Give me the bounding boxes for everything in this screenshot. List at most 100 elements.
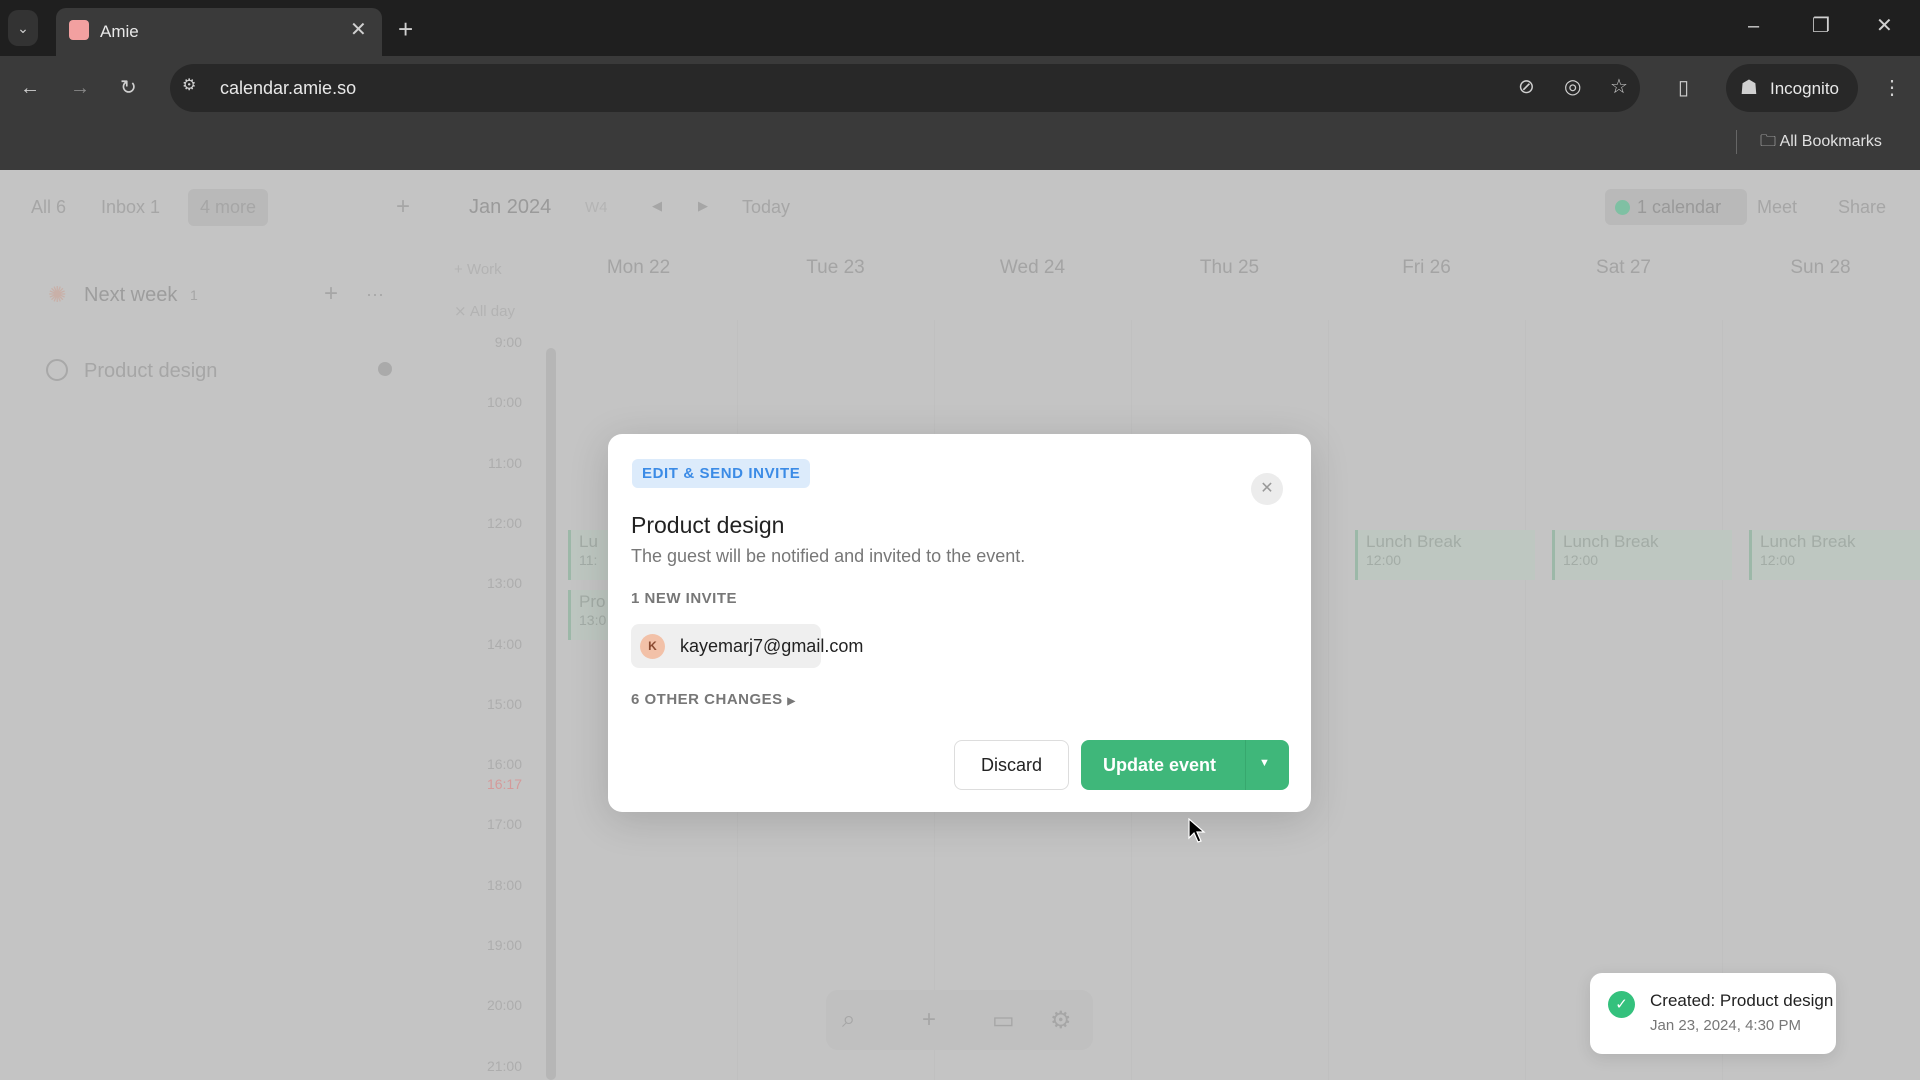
- add-task-icon[interactable]: +: [324, 280, 338, 308]
- month-label: Jan 2024: [469, 196, 552, 218]
- allday-label: All day: [469, 303, 515, 320]
- filter-inbox[interactable]: Inbox 1: [101, 197, 160, 218]
- event-lunch-sun[interactable]: Lunch Break 12:00: [1749, 530, 1920, 580]
- toast-subtitle: Jan 23, 2024, 4:30 PM: [1650, 1017, 1801, 1034]
- other-changes-toggle[interactable]: 6 OTHER CHANGES ▶: [631, 691, 796, 708]
- scrollbar[interactable]: [546, 348, 556, 1080]
- url-text: calendar.amie.so: [220, 78, 357, 98]
- divider: [1736, 130, 1737, 154]
- time-label: 13:00: [486, 575, 522, 592]
- day-header[interactable]: Thu 25: [1131, 257, 1328, 279]
- chevron-down-icon[interactable]: ▼: [1259, 757, 1270, 769]
- event-title: Lunch Break: [1366, 532, 1462, 551]
- all-bookmarks[interactable]: 🗀 All Bookmarks: [1760, 130, 1882, 157]
- clock-icon: [378, 362, 392, 376]
- task-checkbox[interactable]: [46, 359, 68, 381]
- browser-tab[interactable]: Amie ✕: [56, 8, 382, 56]
- tracking-off-icon[interactable]: ⊘: [1518, 77, 1535, 97]
- add-event-icon[interactable]: +: [922, 1006, 936, 1034]
- time-label: 9:00: [494, 334, 522, 350]
- time-label: 12:00: [486, 514, 522, 531]
- day-divider: [1328, 320, 1329, 1080]
- mouse-cursor-icon: [1188, 818, 1206, 843]
- bookmarks-label: All Bookmarks: [1779, 133, 1882, 150]
- event-time: 13:0: [579, 612, 607, 628]
- time-label: 15:00: [486, 695, 522, 712]
- section-title: Next week: [84, 284, 178, 306]
- day-header[interactable]: Sun 28: [1722, 257, 1919, 279]
- more-icon[interactable]: ···: [366, 284, 384, 305]
- layout-icon[interactable]: ▭: [992, 1006, 1015, 1035]
- time-label: 20:00: [486, 997, 522, 1014]
- toast-title: Created: Product design: [1650, 991, 1834, 1010]
- day-header[interactable]: Sat 27: [1525, 257, 1722, 279]
- forward-icon[interactable]: →: [70, 78, 90, 98]
- event-lunch-mon[interactable]: Lu 11:: [568, 530, 608, 580]
- prev-week-icon[interactable]: ◀: [652, 198, 662, 214]
- day-divider: [1525, 320, 1526, 1080]
- event-product-mon[interactable]: Pro 13:0: [568, 590, 608, 640]
- share-button[interactable]: Share: [1838, 197, 1886, 218]
- dialog-title: Product design: [631, 512, 785, 538]
- day-divider: [1722, 320, 1723, 1080]
- day-header[interactable]: Tue 23: [737, 257, 934, 279]
- new-tab-icon[interactable]: +: [398, 16, 413, 42]
- menu-icon[interactable]: ⋮: [1882, 78, 1902, 98]
- dialog-badge: EDIT & SEND INVITE: [632, 459, 811, 488]
- time-label: 11:00: [488, 454, 522, 471]
- tab-bar: ⌄ Amie ✕ + – ❐ ✕: [0, 0, 1920, 56]
- time-label: 21:00: [486, 1057, 522, 1074]
- event-lunch-fri[interactable]: Lunch Break 12:00: [1355, 530, 1535, 580]
- time-label: 18:00: [486, 876, 522, 893]
- calendar-color-dot: [1615, 200, 1630, 215]
- search-icon[interactable]: ⌕: [842, 1006, 855, 1034]
- event-lunch-sat[interactable]: Lunch Break 12:00: [1552, 530, 1732, 580]
- day-header[interactable]: Fri 26: [1328, 257, 1525, 279]
- reload-icon[interactable]: ↻: [120, 78, 137, 98]
- calendars-label: 1 calendar: [1637, 197, 1722, 217]
- meet-button[interactable]: Meet: [1757, 197, 1797, 218]
- time-label: 16:00: [486, 756, 522, 773]
- minimize-icon[interactable]: –: [1748, 16, 1759, 36]
- current-time: 16:17: [486, 776, 522, 792]
- eye-off-icon[interactable]: ◎: [1564, 77, 1581, 97]
- time-label: 10:00: [486, 394, 522, 411]
- day-header[interactable]: Mon 22: [540, 257, 737, 279]
- update-event-button[interactable]: Update event ▼: [1081, 740, 1289, 790]
- filter-all[interactable]: All 6: [31, 197, 66, 218]
- time-label: 17:00: [486, 816, 522, 833]
- calendars-button[interactable]: 1 calendar: [1605, 189, 1747, 225]
- update-label: Update event: [1103, 755, 1217, 775]
- back-icon[interactable]: ←: [20, 78, 40, 98]
- invitee-chip[interactable]: K kayemarj7@gmail.com: [631, 624, 863, 668]
- event-title: Lu: [579, 532, 598, 551]
- close-window-icon[interactable]: ✕: [1876, 16, 1893, 36]
- bookmark-star-icon[interactable]: ☆: [1610, 77, 1628, 97]
- address-bar[interactable]: ⚙ calendar.amie.so ⊘ ◎ ☆: [170, 64, 1640, 112]
- close-icon: ✕: [1260, 480, 1274, 497]
- event-time: 12:00: [1760, 552, 1796, 568]
- settings-icon[interactable]: ⚙: [1050, 1006, 1072, 1035]
- day-header[interactable]: Wed 24: [934, 257, 1131, 279]
- divider: [1245, 740, 1246, 790]
- side-panel-icon[interactable]: ▯: [1678, 78, 1689, 98]
- site-settings-icon[interactable]: ⚙: [182, 78, 196, 94]
- close-tab-icon[interactable]: ✕: [350, 20, 367, 40]
- incognito-icon: ☗: [1740, 77, 1758, 99]
- time-label: 14:00: [486, 635, 522, 652]
- task-label[interactable]: Product design: [84, 360, 217, 383]
- toast-notification: ✓ Created: Product design Jan 23, 2024, …: [1590, 973, 1836, 1054]
- invitee-email: kayemarj7@gmail.com: [680, 636, 864, 656]
- add-icon[interactable]: +: [396, 193, 410, 221]
- event-title: Lunch Break: [1760, 532, 1856, 551]
- tab-search-button[interactable]: ⌄: [8, 10, 38, 46]
- filter-more[interactable]: 4 more: [188, 189, 269, 226]
- restore-icon[interactable]: ❐: [1812, 16, 1830, 36]
- discard-button[interactable]: Discard: [954, 740, 1069, 790]
- close-dialog-button[interactable]: ✕: [1251, 473, 1283, 505]
- today-button[interactable]: Today: [742, 197, 790, 218]
- work-label: Work: [466, 261, 502, 278]
- next-week-icon[interactable]: ▶: [698, 198, 708, 214]
- section-count: 1: [190, 287, 198, 303]
- incognito-button[interactable]: ☗ Incognito: [1726, 64, 1858, 112]
